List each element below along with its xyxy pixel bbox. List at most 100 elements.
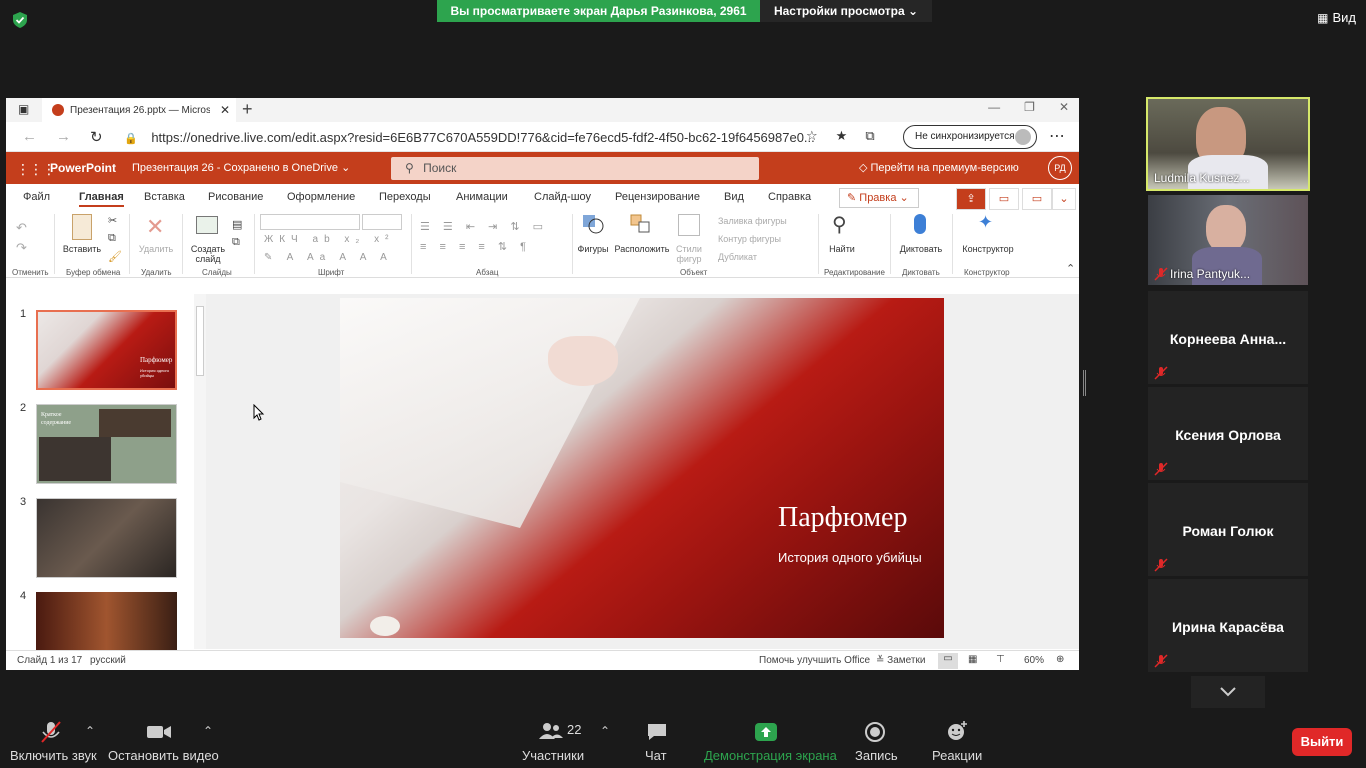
font-color-icons[interactable]: ✎ A Aa A A A <box>264 252 393 263</box>
microphone-icon[interactable] <box>914 214 926 234</box>
premium-link[interactable]: ◇ Перейти на премиум-версию <box>859 161 1019 174</box>
tab-design[interactable]: Оформление <box>287 191 355 203</box>
more-options-icon[interactable]: ⋯ <box>1049 126 1065 146</box>
undo-icon[interactable]: ↶ <box>16 220 27 236</box>
current-slide[interactable]: Парфюмер История одного убийцы <box>340 298 944 638</box>
restore-icon[interactable]: ❐ <box>1024 100 1035 114</box>
tab-animations[interactable]: Анимации <box>456 191 508 203</box>
forward-icon[interactable]: → <box>56 128 71 145</box>
arrange-label[interactable]: Расположить <box>610 244 674 254</box>
slide-thumbnail-3[interactable] <box>36 498 177 578</box>
cut-icon[interactable]: ✂ <box>108 214 117 227</box>
reading-view-icon[interactable]: ⊤ <box>996 654 1005 665</box>
language[interactable]: русский <box>90 655 126 666</box>
designer-icon[interactable]: ✦ <box>978 212 993 233</box>
tab-review[interactable]: Рецензирование <box>615 191 700 203</box>
close-tab-icon[interactable]: ✕ <box>220 103 230 117</box>
panel-resize-handle[interactable] <box>1083 370 1086 396</box>
new-slide-icon[interactable] <box>196 216 218 234</box>
chevron-up-icon[interactable]: ⌃ <box>203 724 213 738</box>
copy-icon[interactable]: ⧉ <box>108 232 116 245</box>
chevron-up-icon[interactable]: ⌃ <box>85 724 95 738</box>
tab-draw[interactable]: Рисование <box>208 191 263 203</box>
redo-icon[interactable]: ↷ <box>16 240 27 256</box>
view-settings-button[interactable]: Настройки просмотра ⌄ <box>760 0 932 22</box>
font-size-select[interactable] <box>362 214 402 230</box>
browser-tab[interactable]: Презентация 26.pptx — Microso ✕ <box>42 98 236 122</box>
user-avatar[interactable]: РД <box>1048 156 1072 180</box>
participant-video-2[interactable]: Irina Pantyuk... <box>1148 195 1308 285</box>
minimize-icon[interactable]: — <box>988 100 1000 114</box>
notes-button[interactable]: ≚ Заметки <box>876 655 925 666</box>
font-family-select[interactable] <box>260 214 360 230</box>
participant-video-1[interactable]: Ludmila Kusnez... <box>1146 97 1310 191</box>
new-tab-icon[interactable]: + <box>242 99 253 120</box>
normal-view-icon[interactable]: ▭ <box>938 653 958 669</box>
add-favorite-icon[interactable]: ☆ <box>806 128 818 144</box>
arrange-icon[interactable] <box>630 214 652 234</box>
shapes-label[interactable]: Фигуры <box>574 244 612 254</box>
paste-label[interactable]: Вставить <box>62 244 102 254</box>
dictate-label[interactable]: Диктовать <box>896 244 946 254</box>
tab-slideshow[interactable]: Слайд-шоу <box>534 191 591 203</box>
participant-tile-3[interactable]: Корнеева Анна... <box>1148 291 1308 384</box>
reload-icon[interactable]: ↻ <box>90 128 103 146</box>
document-name[interactable]: Презентация 26 - Сохранено в OneDrive ⌄ <box>132 161 350 174</box>
participant-tile-6[interactable]: Ирина Карасёва <box>1148 579 1308 672</box>
find-icon[interactable]: ⚲ <box>832 212 847 237</box>
share-icon[interactable]: ⇪ <box>956 188 986 210</box>
search-input[interactable]: ⚲ Поиск <box>391 157 759 180</box>
duplicate-slide-icon[interactable]: ⧉ <box>232 236 240 249</box>
present-icon[interactable]: ▭ <box>1022 188 1052 210</box>
collections-icon[interactable]: ⧉ <box>865 128 874 144</box>
chevron-down-icon[interactable]: ⌄ <box>1052 188 1076 210</box>
list-icons[interactable]: ☰ ☰ ⇤ ⇥ ⇅ ▭ <box>420 220 548 233</box>
app-name[interactable]: PowerPoint <box>50 161 116 175</box>
designer-label[interactable]: Конструктор <box>958 244 1018 254</box>
tab-help[interactable]: Справка <box>768 191 811 203</box>
delete-icon[interactable]: ✕ <box>146 214 164 240</box>
slide-thumbnail-1[interactable]: Парфюмер История одного убийцы <box>36 310 177 390</box>
slide-title[interactable]: Парфюмер <box>778 502 908 534</box>
help-improve-link[interactable]: Помочь улучшить Office <box>759 655 870 666</box>
align-icons[interactable]: ≡ ≡ ≡ ≡ ⇅ ¶ <box>420 240 531 253</box>
tab-insert[interactable]: Вставка <box>144 191 185 203</box>
font-formatting-icons[interactable]: ЖКЧ ab x₂ x² <box>264 234 394 245</box>
tab-home[interactable]: Главная <box>79 191 124 207</box>
thumbnails-scrollbar[interactable] <box>194 294 206 649</box>
leave-meeting-button[interactable]: Выйти <box>1292 728 1352 756</box>
scrollbar-thumb[interactable] <box>196 306 204 376</box>
layout-icon[interactable]: ▤ <box>232 218 242 231</box>
scroll-participants-button[interactable] <box>1191 676 1265 708</box>
delete-label[interactable]: Удалить <box>134 244 178 254</box>
shape-styles-icon[interactable] <box>678 214 700 236</box>
format-painter-icon[interactable]: 🖌 <box>108 250 122 263</box>
slide-subtitle[interactable]: История одного убийцы <box>778 550 922 565</box>
paste-icon[interactable] <box>72 214 92 240</box>
participant-tile-5[interactable]: Роман Голюк <box>1148 483 1308 576</box>
security-shield-icon[interactable] <box>11 11 29 29</box>
back-icon[interactable]: ← <box>22 128 37 145</box>
shape-outline-label[interactable]: Контур фигуры <box>718 234 781 244</box>
zoom-level[interactable]: 60% <box>1024 655 1044 666</box>
chevron-up-icon[interactable]: ⌃ <box>600 724 610 738</box>
view-button[interactable]: ▦ Вид <box>1317 10 1356 25</box>
slide-thumbnail-2[interactable]: Краткое содержание <box>36 404 177 484</box>
participant-tile-4[interactable]: Ксения Орлова <box>1148 387 1308 480</box>
shape-fill-label[interactable]: Заливка фигуры <box>718 216 787 226</box>
slide-editor[interactable]: Парфюмер История одного убийцы <box>206 294 1079 649</box>
duplicate-label[interactable]: Дубликат <box>718 252 757 262</box>
new-slide-label[interactable]: Создать слайд <box>186 244 230 264</box>
comments-icon[interactable]: ▭ <box>989 188 1019 210</box>
shape-styles-label[interactable]: Стили фигур <box>670 244 708 264</box>
find-label[interactable]: Найти <box>820 244 864 254</box>
url-field[interactable]: 🔒 https://onedrive.live.com/edit.aspx?re… <box>124 128 824 148</box>
collapse-ribbon-icon[interactable]: ⌃ <box>1066 262 1075 275</box>
tab-view[interactable]: Вид <box>724 191 744 203</box>
tab-actions-icon[interactable]: ▣ <box>18 102 29 116</box>
slide-sorter-icon[interactable]: ▦ <box>968 654 977 665</box>
fit-slide-icon[interactable]: ⊕ <box>1056 654 1064 665</box>
editing-mode-button[interactable]: ✎ Правка ⌄ <box>839 188 919 208</box>
shapes-icon[interactable] <box>582 214 604 234</box>
tab-transitions[interactable]: Переходы <box>379 191 431 203</box>
